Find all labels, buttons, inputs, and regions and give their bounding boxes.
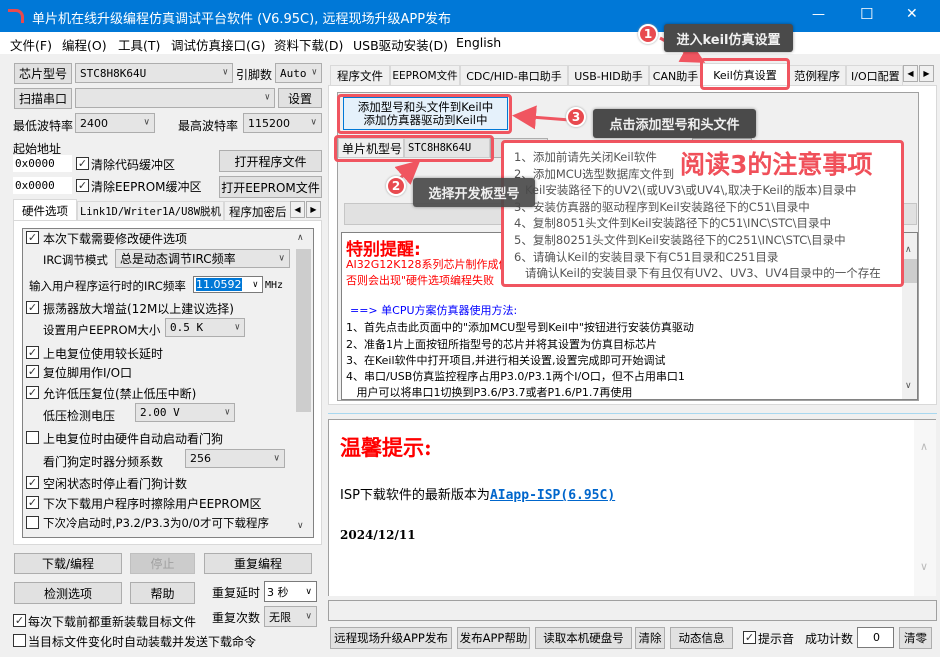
arrow-step3 xyxy=(512,105,571,130)
callout-step1: 进入keil仿真设置 xyxy=(664,24,793,52)
step3-badge: 3 xyxy=(566,107,586,127)
step1-badge: 1 xyxy=(638,24,658,44)
step2-badge: 2 xyxy=(386,176,406,196)
callout-step3: 点击添加型号和头文件 xyxy=(593,109,756,138)
callout-step2: 选择开发板型号 xyxy=(413,178,535,207)
annotation-arrows xyxy=(394,36,706,185)
